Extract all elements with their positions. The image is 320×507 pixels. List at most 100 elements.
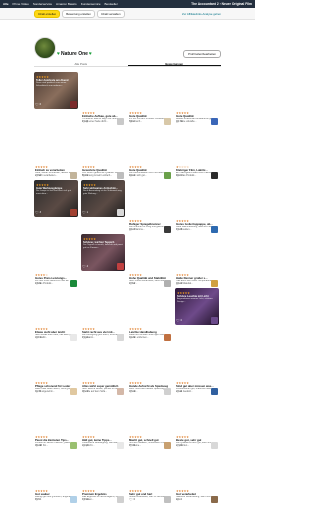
review-media[interactable] [34, 288, 78, 325]
nav-item-customer-service[interactable]: Kundenservice [81, 2, 101, 6]
review-card[interactable]: ★★★★★ Sieht recht aus viel mit... Die Rein… [81, 288, 125, 342]
product-thumbnail[interactable] [211, 441, 218, 449]
review-card[interactable]: ★★★★★ Teller Autofeste am Abend Diese sind… [34, 72, 78, 126]
product-thumbnail[interactable] [117, 495, 124, 503]
heart-icon[interactable]: ♡ [35, 102, 39, 107]
review-card[interactable]: ★★★★★ Gut sauber Reinigt gut und gründlich… [34, 450, 78, 504]
product-thumbnail[interactable] [117, 333, 124, 341]
review-media[interactable] [128, 126, 172, 163]
review-card[interactable]: ★★★★★ Hohe Qualität und Stabilität Sehr ro… [128, 234, 172, 288]
heart-icon[interactable]: ♡ [35, 173, 39, 178]
heart-icon[interactable]: ♡ [176, 443, 180, 448]
review-card[interactable]: ★★★★★ Hält gut, keine Tipps... Ordentliche… [81, 396, 125, 450]
heart-icon[interactable]: ♡ [176, 227, 180, 232]
review-media[interactable] [175, 396, 219, 433]
heart-icon[interactable]: ♡ [35, 281, 39, 286]
review-card[interactable]: ★★★★★ Etwas sieht aber leicht Sieht etwas … [34, 288, 78, 342]
review-card[interactable]: ★★★★★ Gute Qualität Die Blumenkästen sind … [128, 126, 172, 180]
affiliate-analysis-link[interactable]: Zur Affiliatelinks-Analyse gehen [182, 12, 221, 16]
review-card[interactable]: ★★★★★ Premium Ergebnis Das Ergebnis ist he… [81, 450, 125, 504]
heart-icon[interactable]: ♡ [129, 281, 133, 286]
review-media[interactable] [128, 180, 172, 217]
product-thumbnail[interactable] [164, 171, 171, 179]
review-media[interactable] [128, 72, 172, 109]
heart-icon[interactable]: ♡ [176, 119, 180, 124]
heart-icon[interactable]: ♡ [82, 389, 86, 394]
promo-banner[interactable]: The Accountant 2 › Neuer Original Film [191, 2, 252, 6]
heart-icon[interactable]: ♡ [82, 210, 86, 215]
heart-icon[interactable]: ♡ [129, 389, 133, 394]
tab-reviews[interactable]: Bewertungen [127, 61, 221, 66]
review-card[interactable]: ★☆☆☆☆ Klebriger Film, Lakritz... Ein Nachg… [175, 126, 219, 180]
heart-icon[interactable]: ♡ [82, 497, 86, 502]
review-card[interactable]: ★★★★★ Sehr gut und hart Solide verarbeitet… [128, 450, 172, 504]
heart-icon[interactable]: ♡ [176, 318, 180, 323]
review-card[interactable]: ★★★★☆ Gutes Preis-Leistungs... Für den Pre… [34, 234, 78, 288]
review-card[interactable]: ★★★★★ Gute Werkzeuglampe Die Lampe ist hel… [34, 180, 78, 234]
product-thumbnail[interactable] [70, 208, 77, 216]
review-media[interactable] [175, 126, 219, 163]
heart-icon[interactable]: ♡ [176, 497, 180, 502]
review-card[interactable]: ★★★★★ Halte Renner großer s... Hält auch b… [175, 234, 219, 288]
heart-icon[interactable]: ♡ [129, 227, 133, 232]
heart-icon[interactable]: ♡ [35, 497, 39, 502]
heart-icon[interactable]: ♡ [35, 389, 39, 394]
review-media[interactable] [81, 342, 125, 379]
heart-icon[interactable]: ♡ [82, 443, 86, 448]
product-thumbnail[interactable] [164, 279, 171, 287]
review-card[interactable]: ★★★★★ Einfache Aufbau, gute ab... Tut klei… [81, 72, 125, 126]
product-thumbnail[interactable] [70, 441, 77, 449]
create-review-button[interactable]: Bewertung erstellen [62, 9, 95, 18]
review-media[interactable] [81, 288, 125, 325]
review-card[interactable]: ★★★★★ Gewohnte Qualität Von Bosch gewohnte… [81, 126, 125, 180]
review-media[interactable] [81, 396, 125, 433]
product-thumbnail[interactable] [117, 171, 124, 179]
product-thumbnail[interactable] [117, 441, 124, 449]
review-media[interactable] [81, 126, 125, 163]
review-card[interactable]: ★★★★★ Leichte Handhabung Lässt sich einfac… [128, 288, 172, 342]
review-media[interactable] [175, 180, 219, 217]
product-thumbnail[interactable] [70, 387, 77, 395]
review-card[interactable]: ★★★★★ Schöner, leichter Teppich Der Teppic… [81, 234, 125, 288]
product-thumbnail[interactable] [70, 279, 77, 287]
review-card[interactable]: ★★★★★ Gut verarbeitet Saubere Verarbeitung… [175, 450, 219, 504]
product-thumbnail[interactable] [164, 225, 171, 233]
tab-all-posts[interactable]: Alle Posts [34, 61, 128, 66]
product-thumbnail[interactable] [164, 333, 171, 341]
product-thumbnail[interactable] [211, 495, 218, 503]
product-thumbnail[interactable] [117, 387, 124, 395]
create-content-button[interactable]: Inhalt erstellen [34, 9, 61, 18]
review-media[interactable] [34, 450, 78, 487]
product-thumbnail[interactable] [164, 117, 171, 125]
heart-icon[interactable]: ♡ [82, 335, 86, 340]
heart-icon[interactable]: ♡ [129, 173, 133, 178]
review-media[interactable] [128, 396, 172, 433]
review-media[interactable] [128, 288, 172, 325]
review-card[interactable]: ★★★★★ Alles wirkt super gemütlich Sehr wei… [81, 342, 125, 396]
review-card[interactable]: ★★★★★ Passt die kleinsten Tips... Perfekt … [34, 396, 78, 450]
review-card[interactable]: ★★★★★ Beste gut, sehr gut Die Qualität ist… [175, 396, 219, 450]
review-card[interactable]: ★★★★★ Ruhiger Spiegelbrenner Der Brenner i… [128, 180, 172, 234]
product-thumbnail[interactable] [211, 171, 218, 179]
product-thumbnail[interactable] [164, 387, 171, 395]
product-thumbnail[interactable] [117, 117, 124, 125]
heart-icon[interactable]: ♡ [129, 119, 133, 124]
review-card[interactable]: ★★★★★ Pflege schonend für Leder Macht das … [34, 342, 78, 396]
heart-icon[interactable]: ♡ [82, 119, 86, 124]
nav-item-all[interactable]: Alle [3, 2, 9, 6]
heart-icon[interactable]: ♡ [129, 497, 133, 502]
product-thumbnail[interactable] [164, 441, 171, 449]
manage-content-button[interactable]: Inhalt verwalten [96, 9, 125, 18]
review-card[interactable]: ★★★★★ Gutes Isoliertoppappe, ab... Gute Dä… [175, 180, 219, 234]
review-media[interactable] [175, 72, 219, 109]
heart-icon[interactable]: ♡ [35, 443, 39, 448]
review-card[interactable]: ★★★★★ Hunde Aufsicht als Spielzeug Mein Hu… [128, 342, 172, 396]
review-card[interactable]: ★★★★★ Sind gut aber müssen was... Funktion… [175, 342, 219, 396]
product-thumbnail[interactable] [117, 208, 124, 216]
review-media[interactable] [175, 450, 219, 487]
review-media[interactable] [128, 342, 172, 379]
heart-icon[interactable]: ♡ [35, 210, 39, 215]
product-thumbnail[interactable] [70, 495, 77, 503]
nav-item-prime-video[interactable]: Prime Video [13, 2, 29, 6]
heart-icon[interactable]: ♡ [176, 281, 180, 286]
